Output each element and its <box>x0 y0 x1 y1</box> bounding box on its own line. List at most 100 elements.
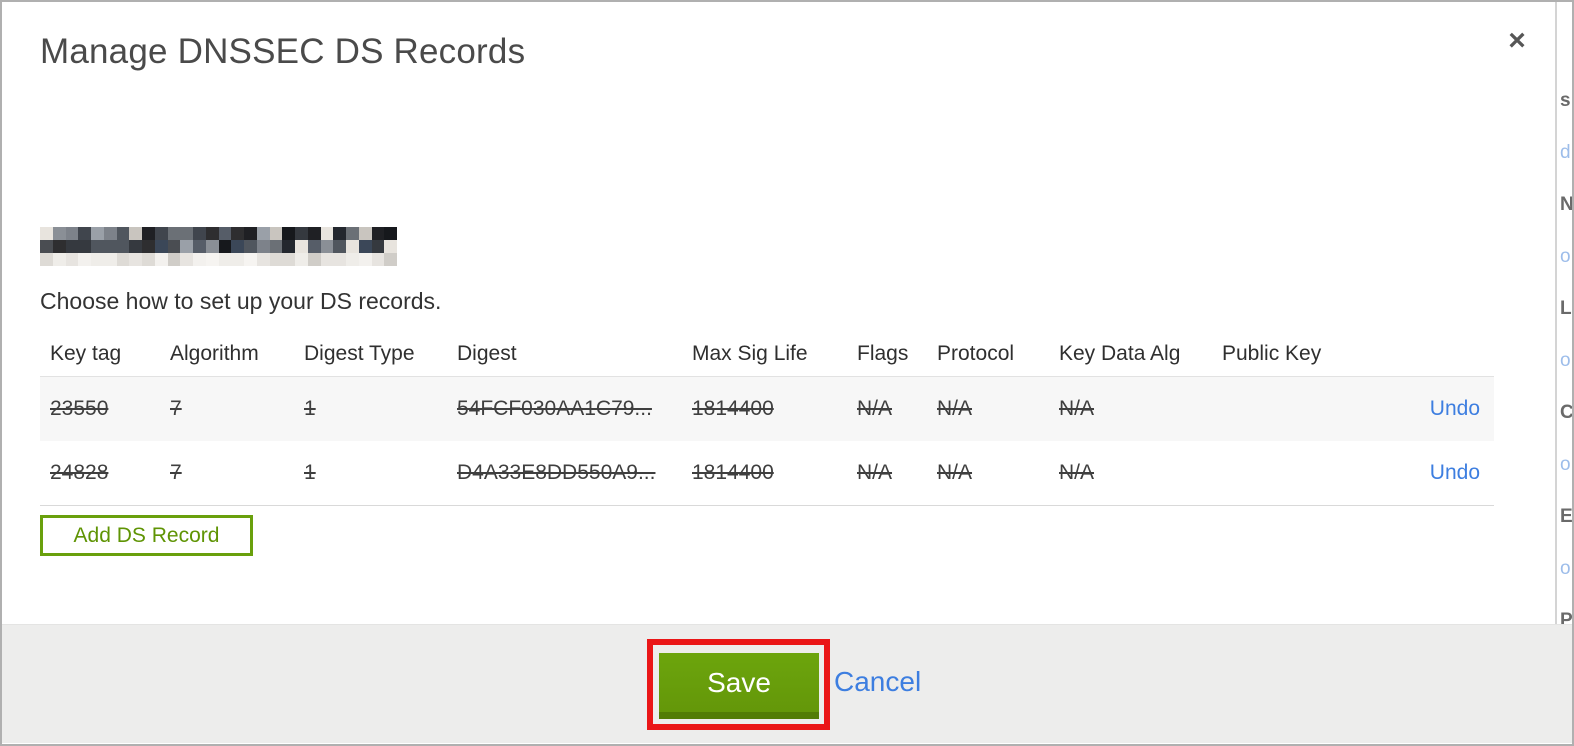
cell-key-tag: 23550 <box>50 397 109 420</box>
redaction-pixel <box>231 227 244 240</box>
redaction-pixel <box>256 240 270 253</box>
redaction-pixel <box>129 240 142 253</box>
background-text-fragment: o <box>1560 350 1571 371</box>
redaction-pixel <box>295 240 308 253</box>
redaction-pixel <box>103 253 117 266</box>
cell-algorithm: 7 <box>170 461 182 484</box>
undo-link[interactable]: Undo <box>1430 461 1480 484</box>
page-title: Manage DNSSEC DS Records <box>40 32 526 71</box>
redaction-pixel <box>52 240 66 253</box>
redaction-pixel <box>193 240 206 253</box>
cell-key-tag: 24828 <box>50 461 109 484</box>
redaction-pixel <box>244 253 257 266</box>
redaction-pixel <box>180 227 193 240</box>
redaction-pixel <box>320 227 334 240</box>
redaction-pixel <box>320 240 334 253</box>
cell-key-data-alg: N/A <box>1059 461 1095 484</box>
background-text-fragment: C <box>1560 402 1572 424</box>
undo-link[interactable]: Undo <box>1430 397 1480 420</box>
redaction-pixel <box>180 253 193 266</box>
redaction-pixel <box>142 240 155 253</box>
cancel-link[interactable]: Cancel <box>834 666 921 698</box>
cell-algorithm: 7 <box>170 397 182 420</box>
cell-flags: N/A <box>857 397 893 420</box>
table-header-row: Key tag Algorithm Digest Type Digest Max Sig… <box>40 332 1494 376</box>
cell-key-data-alg: N/A <box>1059 397 1095 420</box>
redaction-pixel <box>205 227 219 240</box>
redaction-pixel <box>269 240 283 253</box>
redaction-pixel <box>78 227 91 240</box>
redaction-pixel <box>154 227 168 240</box>
column-header: Flags <box>857 342 909 365</box>
redaction-pixel <box>218 253 232 266</box>
save-button[interactable]: Save <box>659 653 819 719</box>
redaction-pixel <box>346 240 359 253</box>
cell-digest-type: 1 <box>304 397 316 420</box>
redaction-pixel <box>218 227 232 240</box>
subtitle-text: Choose how to set up your DS records. <box>40 288 442 314</box>
column-header: Digest <box>457 342 517 365</box>
redaction-pixel <box>193 253 206 266</box>
redacted-domain-name <box>40 227 397 266</box>
background-text-fragment: P <box>1560 610 1572 624</box>
redaction-pixel <box>167 253 181 266</box>
column-header: Public Key <box>1222 342 1322 365</box>
redaction-pixel <box>142 253 155 266</box>
redaction-pixel <box>91 227 104 240</box>
redaction-pixel <box>244 227 257 240</box>
redaction-pixel <box>40 253 53 266</box>
redaction-pixel <box>320 253 334 266</box>
column-header: Digest Type <box>304 342 415 365</box>
redaction-pixel <box>116 240 130 253</box>
background-text-fragment: o <box>1560 246 1571 267</box>
redaction-pixel <box>65 253 79 266</box>
background-text-fragment: s <box>1560 90 1571 111</box>
redaction-pixel <box>244 240 257 253</box>
redaction-pixel <box>91 240 104 253</box>
redaction-pixel <box>307 253 321 266</box>
cell-digest-type: 1 <box>304 461 316 484</box>
redaction-pixel <box>295 253 308 266</box>
background-text-fragment: o <box>1560 558 1571 579</box>
redaction-pixel <box>295 227 308 240</box>
add-ds-record-button[interactable]: Add DS Record <box>40 515 253 556</box>
redaction-pixel <box>103 227 117 240</box>
cell-digest: D4A33E8DD550A9... <box>457 461 656 484</box>
column-header: Algorithm <box>170 342 259 365</box>
redaction-pixel <box>40 227 53 240</box>
redaction-pixel <box>78 240 91 253</box>
redaction-pixel <box>205 240 219 253</box>
redaction-pixel <box>65 240 79 253</box>
column-header: Key tag <box>50 342 122 365</box>
redaction-pixel <box>218 240 232 253</box>
redaction-pixel <box>142 227 155 240</box>
ds-records-table: Key tag Algorithm Digest Type Digest Max Sig… <box>40 332 1494 506</box>
redaction-pixel <box>384 227 397 240</box>
redaction-pixel <box>52 227 66 240</box>
redaction-pixel <box>116 227 130 240</box>
cell-protocol: N/A <box>937 397 973 420</box>
redaction-pixel <box>333 227 346 240</box>
column-header: Protocol <box>937 342 1015 365</box>
redaction-pixel <box>371 253 385 266</box>
redaction-pixel <box>358 240 372 253</box>
redaction-pixel <box>193 227 206 240</box>
background-text-fragment: L <box>1560 298 1572 319</box>
cell-max-sig-life: 1814400 <box>692 461 774 484</box>
redaction-pixel <box>129 227 142 240</box>
redaction-pixel <box>384 253 397 266</box>
cell-flags: N/A <box>857 461 893 484</box>
redaction-pixel <box>346 253 359 266</box>
redaction-pixel <box>154 253 168 266</box>
redaction-pixel <box>358 227 372 240</box>
cell-action: Undo <box>1412 461 1480 485</box>
background-text-fragment: d <box>1560 142 1571 163</box>
redaction-pixel <box>91 253 104 266</box>
redaction-pixel <box>52 253 66 266</box>
column-header: Key Data Alg <box>1059 342 1181 365</box>
background-text-fragment: o <box>1560 454 1571 475</box>
redaction-pixel <box>231 253 244 266</box>
redaction-pixel <box>167 240 181 253</box>
redaction-pixel <box>116 253 130 266</box>
close-icon[interactable]: × <box>1500 24 1534 58</box>
